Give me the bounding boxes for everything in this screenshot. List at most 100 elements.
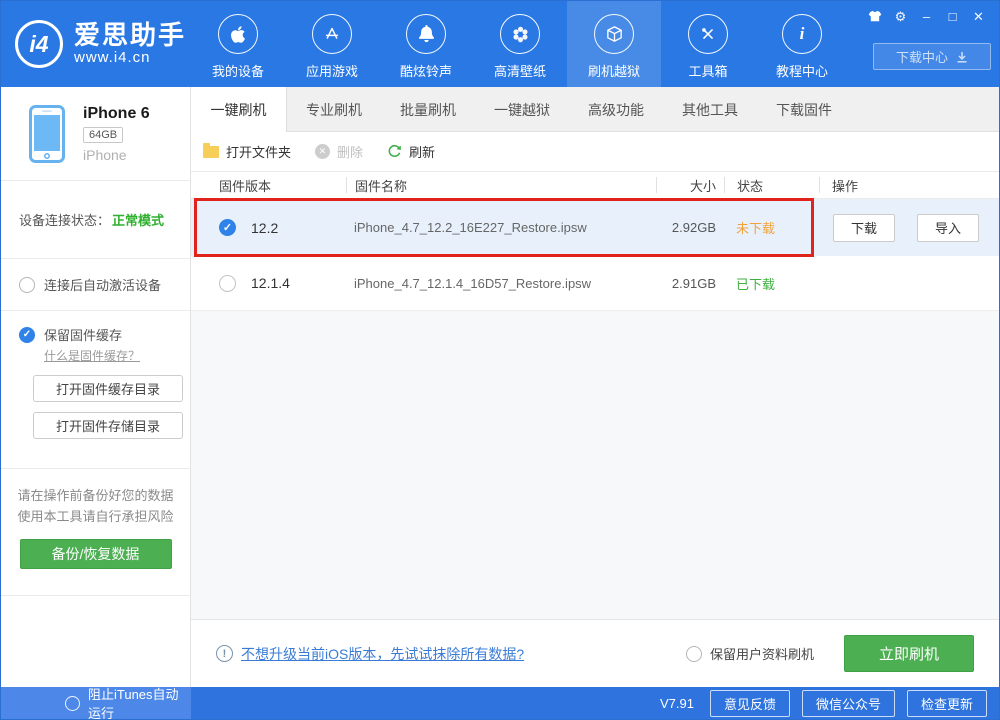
keep-cache-label: 保留固件缓存 <box>44 325 122 344</box>
download-center-label: 下载中心 <box>896 47 948 66</box>
skin-icon[interactable] <box>866 8 883 25</box>
firmware-status: 未下载 <box>724 218 819 237</box>
nav-label: 刷机越狱 <box>588 61 640 80</box>
nav-label: 高清壁纸 <box>494 61 546 80</box>
nav-label: 酷炫铃声 <box>400 61 452 80</box>
auto-activate-option[interactable]: 连接后自动激活设备 <box>1 259 190 311</box>
feedback-button[interactable]: 意见反馈 <box>710 690 790 717</box>
col-header-status: 状态 <box>724 177 819 193</box>
tab-batch-flash[interactable]: 批量刷机 <box>381 87 475 132</box>
keep-cache-checkbox[interactable]: ✓ <box>19 327 35 343</box>
nav-apps-games[interactable]: 应用游戏 <box>285 1 379 87</box>
firmware-version: 12.1.4 <box>236 275 346 291</box>
tab-pro-flash[interactable]: 专业刷机 <box>287 87 381 132</box>
firmware-name: iPhone_4.7_12.1.4_16D57_Restore.ipsw <box>346 276 656 291</box>
refresh-icon <box>387 144 402 159</box>
col-header-name: 固件名称 <box>346 177 656 193</box>
open-storage-dir-button[interactable]: 打开固件存储目录 <box>33 412 183 439</box>
nav-label: 教程中心 <box>776 61 828 80</box>
settings-gear-icon[interactable]: ⚙ <box>892 8 909 25</box>
footer-right: V7.91 意见反馈 微信公众号 检查更新 <box>191 687 999 719</box>
keep-user-data-option[interactable]: 保留用户资料刷机 <box>686 644 814 663</box>
firmware-size: 2.92GB <box>656 220 724 235</box>
keep-cache-option[interactable]: ✓ 保留固件缓存 <box>19 325 190 344</box>
logo-i4-icon: i4 <box>15 20 63 68</box>
connection-status-label: 设备连接状态： <box>19 210 110 229</box>
tip-exclamation-icon: ! <box>216 645 233 662</box>
keep-user-data-radio[interactable] <box>686 646 702 662</box>
download-center-button[interactable]: 下载中心 <box>873 43 991 70</box>
inactive-tabs: 专业刷机 批量刷机 一键越狱 高级功能 其他工具 下载固件 <box>286 87 999 132</box>
open-folder-button[interactable]: 打开文件夹 <box>203 142 291 161</box>
apple-icon <box>218 14 258 54</box>
auto-activate-radio[interactable] <box>19 277 35 293</box>
wechat-official-button[interactable]: 微信公众号 <box>802 690 895 717</box>
check-update-button[interactable]: 检查更新 <box>907 690 987 717</box>
app-title: 爱思助手 <box>74 22 186 49</box>
firmware-size: 2.91GB <box>656 276 724 291</box>
open-cache-dir-button[interactable]: 打开固件缓存目录 <box>33 375 183 402</box>
col-header-version: 固件版本 <box>191 177 346 193</box>
table-empty-area <box>191 311 999 619</box>
tab-one-click-jailbreak[interactable]: 一键越狱 <box>475 87 569 132</box>
table-row-firmware-12-2[interactable]: ✓ 12.2 iPhone_4.7_12.2_16E227_Restore.ip… <box>191 199 999 256</box>
col-header-action: 操作 <box>819 177 999 193</box>
app-subtitle: www.i4.cn <box>74 49 186 66</box>
appstore-icon <box>312 14 352 54</box>
open-folder-label: 打开文件夹 <box>226 142 291 161</box>
footer: 阻止iTunes自动运行 V7.91 意见反馈 微信公众号 检查更新 <box>1 687 999 719</box>
tab-advanced[interactable]: 高级功能 <box>569 87 663 132</box>
bell-icon <box>406 14 446 54</box>
refresh-button[interactable]: 刷新 <box>387 142 435 161</box>
app-version: V7.91 <box>660 696 694 711</box>
download-button[interactable]: 下载 <box>833 214 895 242</box>
backup-warning-section: 请在操作前备份好您的数据 使用本工具请自行承担风险 备份/恢复数据 <box>1 469 190 596</box>
bottom-action-bar: ! 不想升级当前iOS版本，先试试抹除所有数据? 保留用户资料刷机 立即刷机 <box>191 619 999 687</box>
block-itunes-option[interactable]: 阻止iTunes自动运行 <box>1 687 191 719</box>
delete-button[interactable]: ✕ 删除 <box>315 142 363 161</box>
row-unselected-radio[interactable] <box>219 275 236 292</box>
col-header-size: 大小 <box>656 177 724 193</box>
nav-wallpapers[interactable]: 高清壁纸 <box>473 1 567 87</box>
refresh-label: 刷新 <box>409 142 435 161</box>
block-itunes-label: 阻止iTunes自动运行 <box>88 684 191 720</box>
row-selected-checkbox[interactable]: ✓ <box>219 219 236 236</box>
flash-now-button[interactable]: 立即刷机 <box>844 635 974 672</box>
iphone-icon <box>29 105 65 163</box>
import-button[interactable]: 导入 <box>917 214 979 242</box>
maximize-icon[interactable]: □ <box>944 8 961 25</box>
backup-restore-button[interactable]: 备份/恢复数据 <box>20 539 172 569</box>
nav-my-device[interactable]: 我的设备 <box>191 1 285 87</box>
folder-icon <box>203 146 219 158</box>
close-icon[interactable]: ✕ <box>970 8 987 25</box>
block-itunes-radio[interactable] <box>65 696 80 711</box>
device-info: iPhone 6 64GB iPhone <box>1 87 190 181</box>
download-icon <box>956 51 968 63</box>
nav-tutorials[interactable]: i 教程中心 <box>755 1 849 87</box>
tab-download-firmware[interactable]: 下载固件 <box>757 87 851 132</box>
main-content: 专业刷机 批量刷机 一键越狱 高级功能 其他工具 下载固件 一键刷机 打开文件夹… <box>191 87 999 687</box>
sidebar: iPhone 6 64GB iPhone 设备连接状态： 正常模式 连接后自动激… <box>1 87 191 687</box>
nav-ringtones[interactable]: 酷炫铃声 <box>379 1 473 87</box>
nav-flash-jailbreak[interactable]: 刷机越狱 <box>567 1 661 87</box>
connection-status: 设备连接状态： 正常模式 <box>1 181 190 259</box>
info-icon: i <box>782 14 822 54</box>
connection-status-value: 正常模式 <box>112 210 164 229</box>
app-logo: i4 爱思助手 www.i4.cn <box>15 1 186 87</box>
firmware-version: 12.2 <box>236 220 346 236</box>
jailbreak-box-icon <box>594 14 634 54</box>
nav-toolbox[interactable]: 工具箱 <box>661 1 755 87</box>
firmware-status: 已下载 <box>724 274 819 293</box>
tab-other-tools[interactable]: 其他工具 <box>663 87 757 132</box>
table-row-firmware-12-1-4[interactable]: 12.1.4 iPhone_4.7_12.1.4_16D57_Restore.i… <box>191 256 999 311</box>
delete-circle-icon: ✕ <box>315 144 330 159</box>
tab-one-click-flash[interactable]: 一键刷机 <box>191 87 286 132</box>
erase-data-tip-link[interactable]: 不想升级当前iOS版本，先试试抹除所有数据? <box>241 644 524 664</box>
minimize-icon[interactable]: – <box>918 8 935 25</box>
device-type: iPhone <box>83 147 150 163</box>
toolbar: 打开文件夹 ✕ 删除 刷新 <box>191 132 999 171</box>
cache-help-link[interactable]: 什么是固件缓存？ <box>44 347 140 364</box>
tab-bar: 专业刷机 批量刷机 一键越狱 高级功能 其他工具 下载固件 一键刷机 <box>191 87 999 132</box>
device-capacity-badge: 64GB <box>83 127 123 143</box>
nav-label: 应用游戏 <box>306 61 358 80</box>
